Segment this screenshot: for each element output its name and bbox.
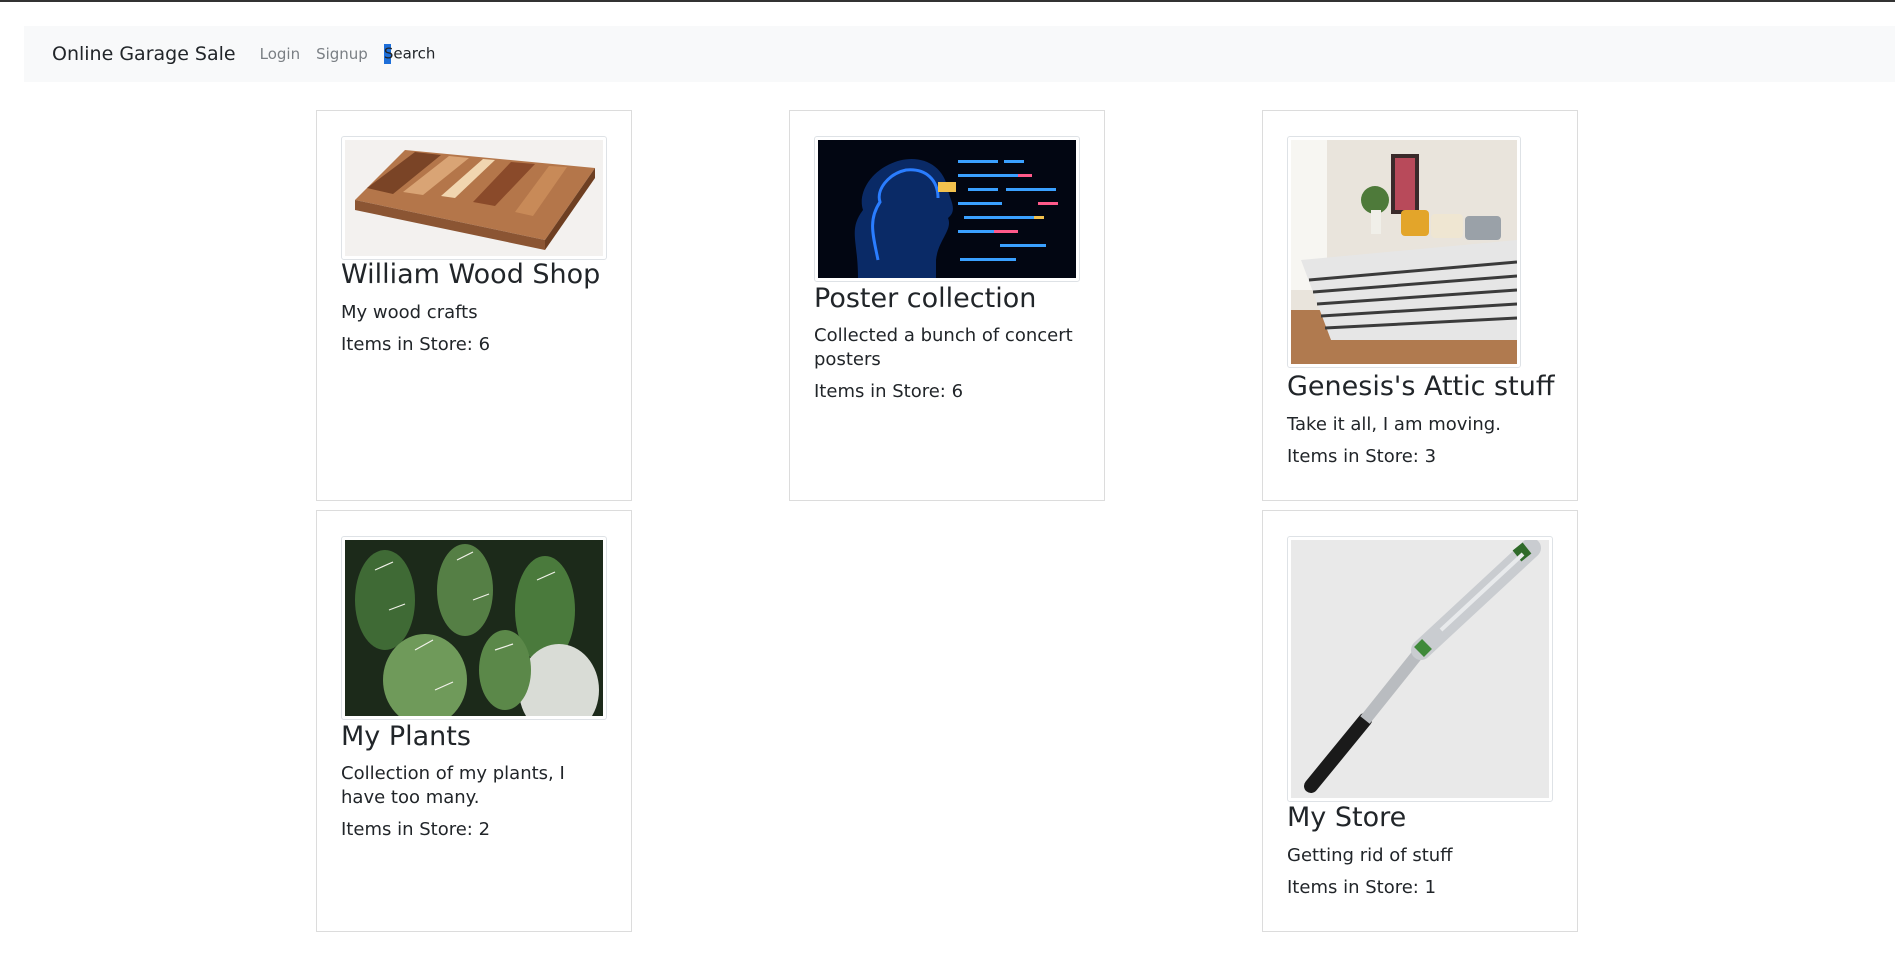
store-card-my-store[interactable]: My Store Getting rid of stuff Items in S… (1262, 510, 1578, 932)
cutting-board-image (345, 140, 603, 256)
cactus-image (345, 540, 603, 716)
store-title[interactable]: William Wood Shop (341, 259, 600, 290)
digital-face-image (818, 140, 1076, 278)
baseball-bat-image (1291, 540, 1549, 798)
nav-login-link[interactable]: Login (260, 45, 300, 63)
store-thumbnail[interactable] (1287, 136, 1521, 368)
store-card-genesis-attic[interactable]: Genesis's Attic stuff Take it all, I am … (1262, 110, 1578, 501)
store-item-count: Items in Store: 1 (1287, 877, 1437, 898)
store-item-count: Items in Store: 6 (341, 334, 491, 355)
brand-link[interactable]: Online Garage Sale (52, 43, 236, 65)
store-title[interactable]: Genesis's Attic stuff (1287, 371, 1554, 402)
store-thumbnail[interactable] (341, 536, 607, 720)
store-item-count: Items in Store: 3 (1287, 446, 1437, 467)
store-description: My wood crafts (341, 302, 478, 323)
store-card-poster-collection[interactable]: Poster collection Collected a bunch of c… (789, 110, 1105, 501)
nav-search-link[interactable]: Search (383, 44, 436, 64)
navbar: Online Garage Sale Login Signup Search (24, 26, 1895, 82)
bedroom-image (1291, 140, 1517, 364)
store-description: Take it all, I am moving. (1287, 414, 1501, 435)
store-description: Getting rid of stuff (1287, 845, 1453, 866)
store-title[interactable]: Poster collection (814, 283, 1036, 314)
store-card-william-wood-shop[interactable]: William Wood Shop My wood crafts Items i… (316, 110, 632, 501)
store-thumbnail[interactable] (341, 136, 607, 260)
window-top-border (0, 0, 1895, 2)
store-description: Collection of my plants, I have too many… (341, 763, 565, 808)
store-item-count: Items in Store: 2 (341, 819, 491, 840)
store-title[interactable]: My Store (1287, 802, 1406, 833)
store-thumbnail[interactable] (1287, 536, 1553, 802)
store-item-count: Items in Store: 6 (814, 381, 964, 402)
store-thumbnail[interactable] (814, 136, 1080, 282)
nav-signup-link[interactable]: Signup (316, 45, 368, 63)
store-title[interactable]: My Plants (341, 721, 471, 752)
store-card-my-plants[interactable]: My Plants Collection of my plants, I hav… (316, 510, 632, 932)
store-description: Collected a bunch of concert posters (814, 325, 1073, 370)
nav-search-label: Search (383, 44, 436, 63)
